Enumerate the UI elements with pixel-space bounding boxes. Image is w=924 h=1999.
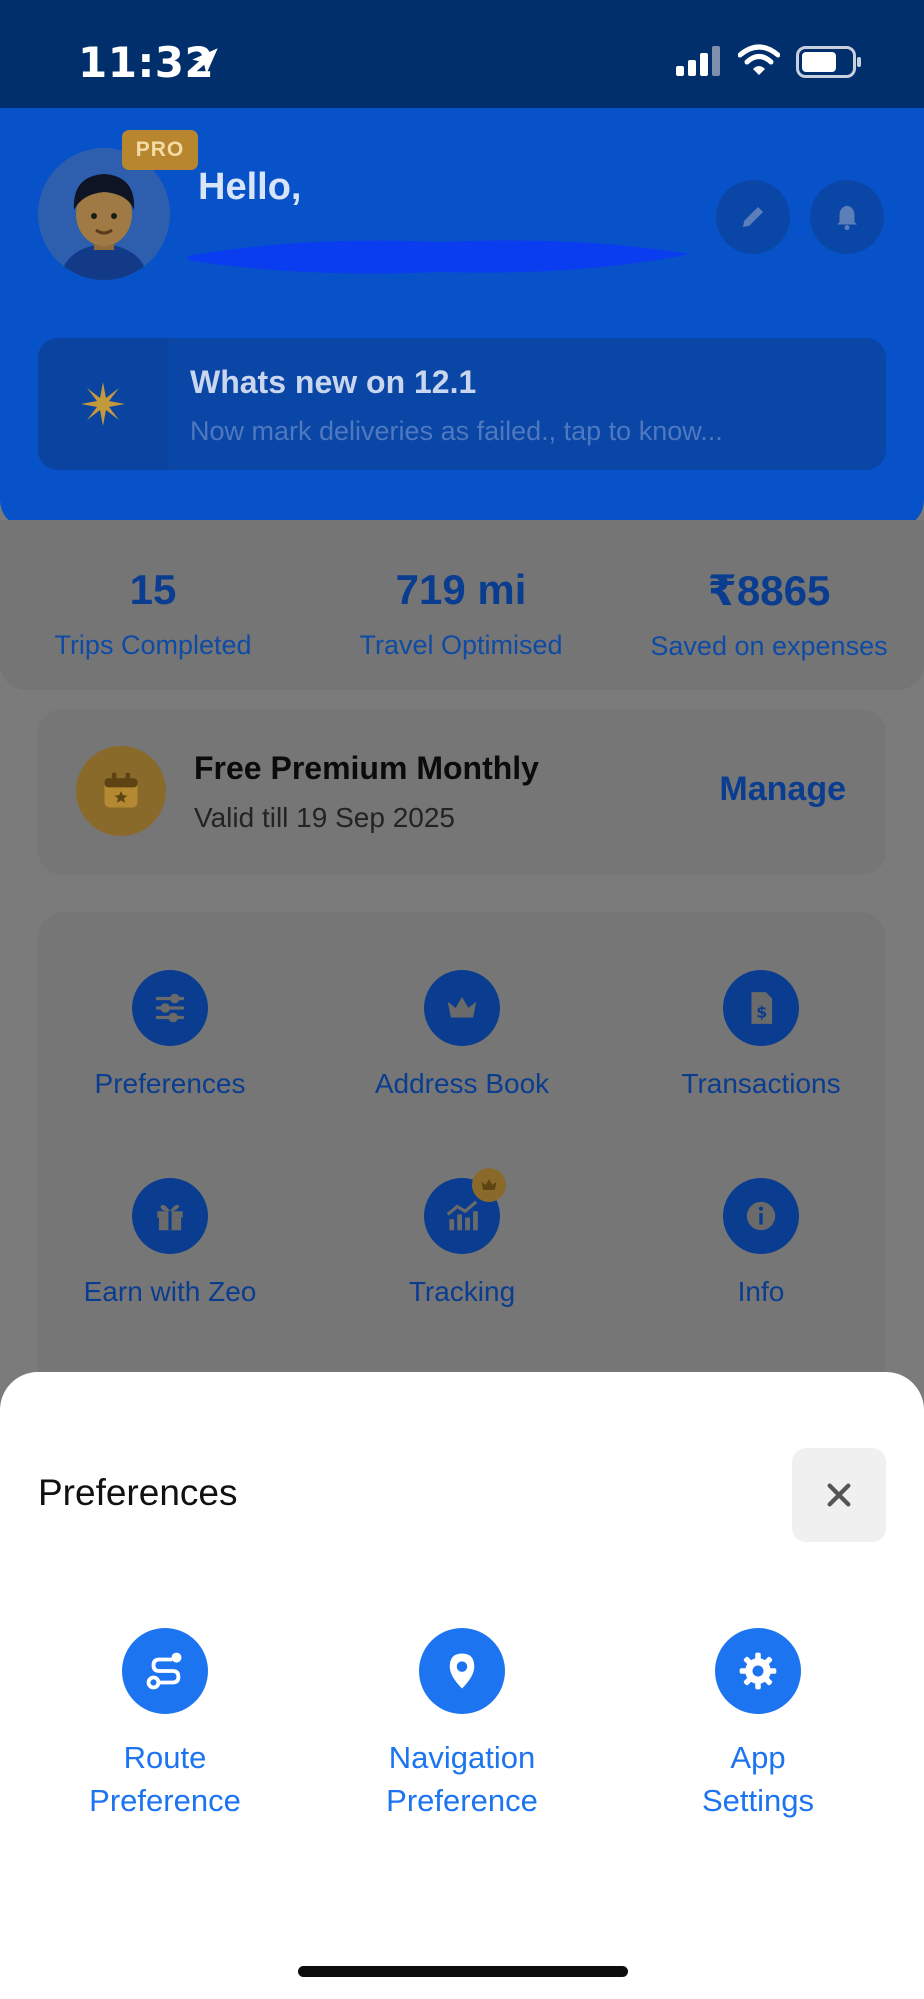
bell-icon bbox=[837, 205, 857, 231]
stat-savings: ₹8865 Saved on expenses bbox=[619, 566, 919, 662]
plan-title: Free Premium Monthly bbox=[194, 750, 539, 786]
stats-panel: 15 Trips Completed 719 mi Travel Optimis… bbox=[0, 520, 924, 690]
route-preference-label: Route Preference bbox=[35, 1736, 295, 1822]
edit-profile-button[interactable] bbox=[716, 180, 790, 254]
stat-value: ₹8865 bbox=[707, 567, 831, 614]
notifications-button[interactable] bbox=[810, 180, 884, 254]
stat-value: 15 bbox=[129, 566, 177, 613]
navigation-preference-option[interactable]: Navigation Preference bbox=[332, 1628, 592, 1822]
whats-new-title: Whats new on 12.1 bbox=[190, 364, 477, 400]
app-settings-label: App Settings bbox=[628, 1736, 888, 1822]
label-line: Preference bbox=[386, 1783, 538, 1818]
navigation-preference-label: Navigation Preference bbox=[332, 1736, 592, 1822]
menu-item-label: Info bbox=[737, 1276, 785, 1307]
greeting: Hello, bbox=[198, 166, 302, 208]
redacted-name-scribble bbox=[188, 240, 690, 274]
stat-label: Travel Optimised bbox=[359, 630, 563, 660]
route-preference-option[interactable]: Route Preference bbox=[35, 1628, 295, 1822]
cellular-signal-icon bbox=[676, 46, 720, 76]
menu-item-label: Tracking bbox=[408, 1276, 516, 1307]
status-bar: 11:32 bbox=[0, 0, 924, 110]
menu-item-label: Address Book bbox=[374, 1068, 550, 1099]
label-line: Settings bbox=[701, 1783, 814, 1818]
battery-icon bbox=[796, 46, 861, 78]
plan-validity: Valid till 19 Sep 2025 bbox=[194, 802, 455, 833]
gear-icon bbox=[715, 1628, 801, 1714]
sliders-icon bbox=[132, 970, 208, 1046]
info-icon bbox=[723, 1178, 799, 1254]
label-line: Route bbox=[123, 1740, 207, 1775]
manage-link[interactable]: Manage bbox=[719, 770, 846, 809]
stat-label: Trips Completed bbox=[54, 630, 252, 660]
preferences-sheet: Preferences Route Preference Navigation bbox=[0, 1372, 924, 1999]
whats-new-banner[interactable]: Whats new on 12.1 Now mark deliveries as… bbox=[38, 338, 886, 470]
crown-icon bbox=[424, 970, 500, 1046]
stat-trips: 15 Trips Completed bbox=[3, 566, 303, 661]
menu-item-earn[interactable]: Earn with Zeo bbox=[40, 1178, 300, 1308]
whats-new-subtitle: Now mark deliveries as failed., tap to k… bbox=[190, 416, 723, 446]
label-line: Preference bbox=[89, 1783, 241, 1818]
location-arrow-icon bbox=[192, 48, 218, 74]
receipt-icon: $ bbox=[723, 970, 799, 1046]
pro-badge: PRO bbox=[122, 130, 198, 170]
route-icon bbox=[122, 1628, 208, 1714]
quick-actions-grid: Preferences Address Book $ Transactions bbox=[38, 912, 886, 1392]
menu-item-preferences[interactable]: Preferences bbox=[40, 970, 300, 1100]
menu-item-tracking[interactable]: Tracking bbox=[332, 1168, 592, 1308]
label-line: Navigation bbox=[388, 1740, 536, 1775]
pencil-icon bbox=[743, 207, 763, 227]
sheet-title: Preferences bbox=[38, 1472, 238, 1513]
home-indicator[interactable] bbox=[298, 1966, 628, 1977]
menu-item-transactions[interactable]: $ Transactions bbox=[631, 970, 891, 1100]
subscription-card: Free Premium Monthly Valid till 19 Sep 2… bbox=[38, 710, 886, 874]
close-icon bbox=[827, 1483, 851, 1507]
menu-item-info[interactable]: Info bbox=[631, 1178, 891, 1308]
location-pin-icon bbox=[419, 1628, 505, 1714]
close-button[interactable] bbox=[792, 1448, 886, 1542]
app-settings-option[interactable]: App Settings bbox=[628, 1628, 888, 1822]
menu-item-label: Preferences bbox=[94, 1068, 246, 1099]
stat-travel: 719 mi Travel Optimised bbox=[311, 566, 611, 661]
chart-icon bbox=[424, 1168, 506, 1254]
menu-item-label: Transactions bbox=[681, 1068, 841, 1099]
stat-value: 719 mi bbox=[395, 566, 527, 613]
svg-text:$: $ bbox=[756, 1003, 767, 1022]
gift-icon bbox=[132, 1178, 208, 1254]
menu-item-address-book[interactable]: Address Book bbox=[332, 970, 592, 1100]
premium-crown-icon bbox=[472, 1168, 506, 1202]
stat-label: Saved on expenses bbox=[650, 631, 888, 661]
whats-new-icon-box bbox=[38, 338, 168, 470]
profile-header: PRO Hello, Whats new on 12.1 Now mark de… bbox=[0, 108, 924, 528]
menu-item-label: Earn with Zeo bbox=[83, 1276, 257, 1307]
calendar-star-icon bbox=[76, 746, 166, 836]
sparkle-icon bbox=[81, 382, 125, 426]
wifi-icon bbox=[738, 44, 780, 75]
label-line: App bbox=[730, 1740, 786, 1775]
